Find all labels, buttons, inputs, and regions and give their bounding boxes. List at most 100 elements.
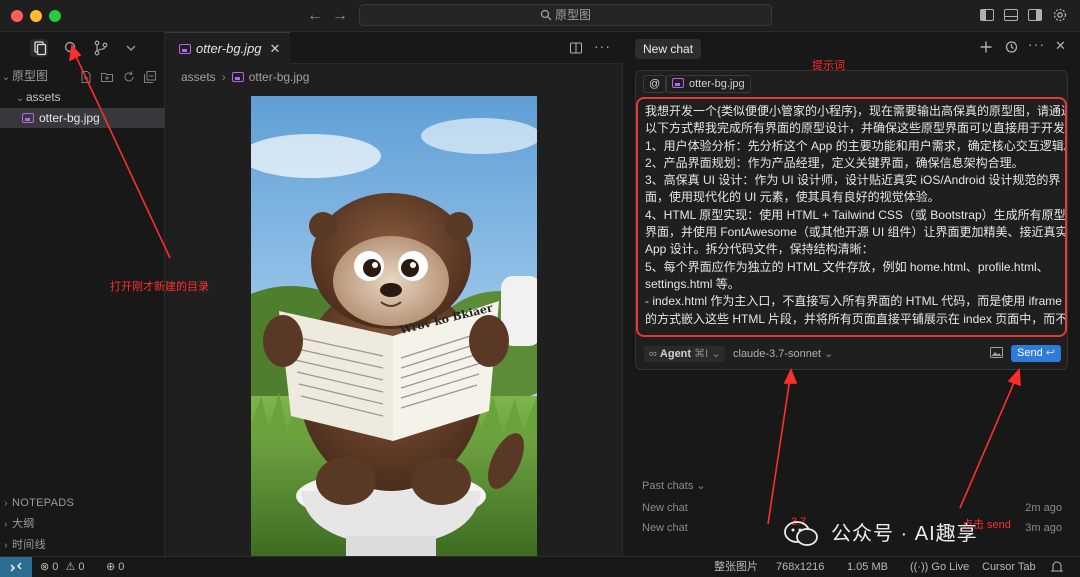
- wechat-logo-icon: [784, 521, 818, 546]
- image-file-icon: [231, 72, 244, 82]
- maximize-window-button[interactable]: [49, 10, 61, 22]
- remote-icon: [10, 562, 22, 572]
- prompt-line: App 设计。拆分代码文件，保持结构清晰：: [645, 242, 874, 257]
- send-button[interactable]: Send ↩: [1011, 345, 1061, 362]
- prompt-line: 界面，并使用 FontAwesome（或其他开源 UI 组件）让界面更加精美、接…: [645, 225, 1067, 240]
- attach-image-icon[interactable]: [990, 347, 1003, 358]
- past-chats-header[interactable]: Past chats ⌄: [642, 479, 706, 492]
- section-outline[interactable]: › 大纲: [0, 514, 165, 534]
- close-tab-icon[interactable]: ✕: [270, 41, 281, 56]
- prompt-textarea[interactable]: 我想开发一个{类似便便小管家的小程序}，现在需要输出高保真的原型图，请通过 以下…: [636, 97, 1067, 337]
- error-icon: ⊗: [40, 561, 50, 573]
- past-chat-time: 2m ago: [1025, 502, 1062, 514]
- image-zoom-mode[interactable]: 整张图片: [714, 557, 758, 577]
- enter-icon: ↩: [1045, 347, 1055, 359]
- minimize-window-button[interactable]: [30, 10, 42, 22]
- prompt-line: 的方式嵌入这些 HTML 片段，并将所有页面直接平铺展示在 index 页面中，…: [645, 311, 1067, 326]
- new-chat-plus-icon[interactable]: [979, 40, 993, 54]
- antenna-icon: ⊕: [106, 561, 116, 573]
- collapse-all-icon[interactable]: [143, 70, 157, 84]
- past-chat-item[interactable]: New chat 2m ago: [642, 502, 1062, 514]
- back-arrow-icon[interactable]: ←: [305, 6, 325, 26]
- editor-area: otter-bg.jpg ✕ ··· assets › otter-bg.jpg: [165, 32, 623, 558]
- infinity-icon: ∞: [649, 348, 657, 360]
- toggle-sidebar-icon[interactable]: [979, 7, 995, 23]
- breadcrumb: assets › otter-bg.jpg: [181, 68, 309, 86]
- search-text: 原型图: [554, 8, 591, 22]
- toggle-secondary-sidebar-icon[interactable]: [1027, 7, 1043, 23]
- go-live-button[interactable]: ((·)) Go Live: [910, 557, 969, 577]
- chevron-down-icon[interactable]: [122, 39, 140, 57]
- new-folder-icon[interactable]: [100, 70, 114, 84]
- annotation-folder-label: 打开刚才新建的目录: [110, 281, 209, 293]
- split-editor-icon[interactable]: [569, 41, 583, 55]
- prompt-line: 3、高保真 UI 设计：作为 UI 设计师，设计贴近真实 iOS/Android…: [645, 173, 1061, 188]
- prompt-line: 以下方式帮我完成所有界面的原型设计，并确保这些原型界面可以直接用于开发：: [645, 121, 1067, 136]
- section-notepads[interactable]: › NOTEPADS: [0, 493, 165, 513]
- add-context-button[interactable]: @: [643, 75, 667, 93]
- past-chat-time: 3m ago: [1025, 522, 1062, 534]
- ports-count: 0: [118, 561, 125, 573]
- error-count: 0: [52, 561, 59, 573]
- section-timeline[interactable]: › 时间线: [0, 535, 165, 555]
- chevron-right-icon: ›: [4, 540, 8, 551]
- command-search-input[interactable]: 原型图: [359, 4, 772, 26]
- image-file-icon: [672, 78, 684, 88]
- search-icon[interactable]: [62, 39, 80, 57]
- status-bar: ⊗ 0 ⚠ 0 ⊕ 0 整张图片 768x1216 1.05 MB ((·)) …: [0, 556, 1080, 577]
- annotation-prompt-label: 提示词: [812, 60, 845, 72]
- past-chat-title: New chat: [642, 522, 688, 534]
- prompt-line: 我想开发一个{类似便便小管家的小程序}，现在需要输出高保真的原型图，请通过: [645, 104, 1067, 118]
- source-control-branch-icon[interactable]: [92, 39, 110, 57]
- more-actions-icon[interactable]: ···: [1028, 36, 1045, 52]
- agent-mode-select[interactable]: ∞ Agent ⌘I ⌄: [644, 346, 726, 362]
- image-filesize: 1.05 MB: [847, 561, 888, 573]
- tree-root-folder[interactable]: ⌄ 原型图: [0, 66, 165, 86]
- new-file-icon[interactable]: [79, 70, 93, 84]
- forward-arrow-icon[interactable]: →: [330, 6, 350, 26]
- tab-otter-bg[interactable]: otter-bg.jpg ✕: [165, 32, 291, 64]
- breadcrumb-file[interactable]: otter-bg.jpg: [249, 70, 310, 84]
- refresh-icon[interactable]: [122, 70, 136, 84]
- chat-composer: @ otter-bg.jpg 我想开发一个{类似便便小管家的小程序}，现在需要输…: [635, 70, 1068, 370]
- problems-indicator[interactable]: ⊗ 0 ⚠ 0: [40, 557, 85, 577]
- tree-file-otter-bg[interactable]: otter-bg.jpg: [0, 108, 165, 128]
- tree-folder-assets[interactable]: ⌄ assets: [0, 87, 165, 107]
- timeline-label: 时间线: [12, 539, 46, 551]
- broadcast-icon: ((·)): [910, 561, 929, 573]
- chevron-right-icon: ›: [221, 70, 226, 84]
- root-folder-label: 原型图: [12, 69, 49, 83]
- image-preview: Wrov ko Bkiaer: [251, 96, 537, 558]
- tab-new-chat[interactable]: New chat: [635, 39, 702, 59]
- ports-indicator[interactable]: ⊕ 0: [106, 557, 124, 577]
- settings-gear-icon[interactable]: [1052, 7, 1068, 23]
- notepads-label: NOTEPADS: [12, 497, 75, 509]
- title-bar: ← → 原型图: [0, 0, 1080, 32]
- close-panel-icon[interactable]: ✕: [1055, 38, 1066, 54]
- prompt-line: 面，使用现代化的 UI 元素，使其具有良好的视觉体验。: [645, 190, 940, 205]
- prompt-line: settings.html 等。: [645, 276, 740, 291]
- notifications-bell-icon[interactable]: [1050, 557, 1064, 577]
- explorer-actions: [75, 68, 157, 88]
- breadcrumb-folder[interactable]: assets: [181, 70, 216, 84]
- remote-connection-button[interactable]: [0, 557, 32, 577]
- watermark-text: 公众号 · AI趣享: [831, 523, 978, 545]
- history-icon[interactable]: [1004, 40, 1018, 54]
- more-actions-icon[interactable]: ···: [594, 38, 611, 54]
- chevron-down-icon: ⌄: [15, 93, 25, 104]
- chevron-down-icon: ⌄: [711, 348, 721, 360]
- chevron-down-icon: ⌄: [1, 72, 11, 83]
- explorer-files-icon[interactable]: [30, 39, 48, 57]
- go-live-label: Go Live: [931, 561, 970, 573]
- close-window-button[interactable]: [11, 10, 23, 22]
- cursor-tab-button[interactable]: Cursor Tab: [982, 557, 1036, 577]
- context-file-chip[interactable]: otter-bg.jpg: [666, 75, 751, 93]
- model-select[interactable]: claude-3.7-sonnet ⌄: [733, 346, 833, 362]
- image-file-icon: [22, 113, 34, 123]
- chevron-right-icon: ›: [4, 498, 8, 509]
- toggle-panel-icon[interactable]: [1003, 7, 1019, 23]
- prompt-line: 1、用户体验分析：先分析这个 App 的主要功能和用户需求，确定核心交互逻辑。: [645, 138, 1067, 153]
- prompt-line: 2、产品界面规划：作为产品经理，定义关键界面，确保信息架构合理。: [645, 155, 1024, 170]
- outline-label: 大纲: [12, 518, 35, 530]
- sidebar-activity-icons: [0, 32, 165, 64]
